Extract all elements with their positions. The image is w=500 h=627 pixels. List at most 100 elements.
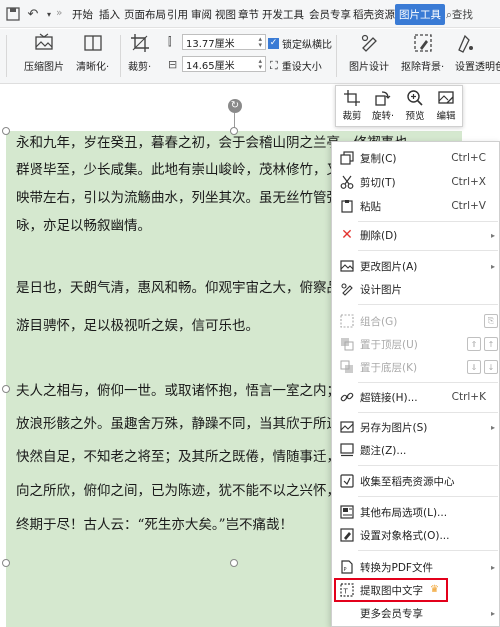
mini-edit-button[interactable]: 编辑 <box>431 89 461 122</box>
shortcut-label: Ctrl+X <box>451 176 486 188</box>
menu-hyperlink[interactable]: 超链接(H)... Ctrl+K <box>332 386 500 408</box>
layer-forward-icon[interactable]: ↑ <box>484 337 498 351</box>
menu-member[interactable]: 会员专享 <box>309 7 351 22</box>
menu-convert-pdf-label: 转换为PDF文件 <box>360 561 433 574</box>
menu-extract-text-label: 提取图中文字 <box>360 584 423 597</box>
menu-insert[interactable]: 插入 <box>99 7 120 22</box>
height-row: ⫿ 13.77厘米 ▴ ▾ <box>168 34 266 50</box>
remove-background-label: 抠除背景· <box>401 62 445 73</box>
menu-page-layout[interactable]: 页面布局 <box>124 7 166 22</box>
menu-references[interactable]: 引用 <box>167 7 188 22</box>
search-button[interactable]: ⌕查找 <box>446 7 473 22</box>
compress-icon <box>35 33 53 50</box>
text-line: 终期于尽！古人云：“死生亦大矣。”岂不痛哉！ <box>16 517 294 533</box>
menu-view[interactable]: 视图 <box>215 7 236 22</box>
resize-handle[interactable] <box>2 385 10 393</box>
pdf-icon: P <box>339 559 355 575</box>
mini-rotate-button[interactable]: 旋转· <box>368 89 398 122</box>
mini-preview-button[interactable]: 预览 <box>400 89 430 122</box>
menu-save-as-picture[interactable]: 另存为图片(S) ▸ <box>332 416 500 438</box>
sharpen-label: 清晰化· <box>76 62 110 73</box>
menu-collect-label: 收集至稻壳资源中心 <box>360 475 455 488</box>
chevron-right-icon: ▸ <box>490 261 495 271</box>
bring-front-icon <box>339 336 355 352</box>
menu-delete[interactable]: ✕ 删除(D) ▸ <box>332 224 500 246</box>
menu-separator <box>358 250 498 251</box>
menu-review[interactable]: 审阅 <box>191 7 212 22</box>
group-variants: ⎘ <box>484 314 498 328</box>
reset-size-button[interactable]: ⛶ 重设大小 <box>270 58 322 74</box>
compress-picture-button[interactable]: 压缩图片 <box>24 32 64 73</box>
menu-copy[interactable]: 复制(C) Ctrl+C <box>332 147 500 169</box>
menu-home[interactable]: 开始 <box>72 7 93 22</box>
ribbon-divider <box>336 35 337 77</box>
menu-change-picture[interactable]: 更改图片(A) ▸ <box>332 255 500 277</box>
menu-cut-label: 剪切(T) <box>360 176 396 189</box>
resize-handle[interactable] <box>230 559 238 567</box>
menu-hyperlink-label: 超链接(H)... <box>360 391 418 404</box>
group-variant-icon[interactable]: ⎘ <box>484 314 498 328</box>
zoom-in-icon <box>407 90 423 106</box>
menu-cut[interactable]: 剪切(T) Ctrl+X <box>332 171 500 193</box>
menu-caption-label: 题注(Z)... <box>360 444 407 457</box>
menu-developer[interactable]: 开发工具 <box>262 7 304 22</box>
search-label: 查找 <box>451 9 473 21</box>
crop-icon <box>344 90 360 106</box>
mini-crop-button[interactable]: 裁剪 <box>337 89 367 122</box>
menu-separator <box>358 221 498 222</box>
height-input[interactable]: 13.77厘米 ▴ ▾ <box>182 34 266 50</box>
mini-preview-label: 预览 <box>405 111 425 122</box>
resize-handle[interactable] <box>230 127 238 135</box>
width-input[interactable]: 14.65厘米 ▴ ▾ <box>182 56 266 72</box>
menu-delete-label: 删除(D) <box>360 229 398 242</box>
spinner-icon[interactable]: ▴ ▾ <box>258 36 262 49</box>
menu-more-member[interactable]: 更多会员专享 ▸ <box>332 602 500 624</box>
menu-design-picture[interactable]: 设计图片 <box>332 278 500 300</box>
picture-design-button[interactable]: 图片设计 <box>349 32 389 73</box>
layer-backward-icon[interactable]: ↓ <box>484 360 498 374</box>
set-transparent-button[interactable]: 设置透明色 <box>455 32 500 73</box>
collect-icon <box>339 473 355 489</box>
rotate-handle-icon[interactable]: ↻ <box>228 99 242 113</box>
change-picture-icon <box>339 258 355 274</box>
svg-text:T: T <box>343 588 349 596</box>
menu-chapter[interactable]: 章节 <box>238 7 259 22</box>
menu-caption[interactable]: 题注(Z)... <box>332 439 500 461</box>
copy-icon <box>339 150 355 166</box>
menu-send-to-back[interactable]: 置于底层(K) ⇓ ↓ <box>332 356 500 378</box>
crown-icon: ♛ <box>430 584 439 595</box>
crop-icon <box>130 34 149 52</box>
shortcut-label: Ctrl+V <box>451 200 486 212</box>
tab-picture-tools[interactable]: 图片工具 <box>395 4 445 25</box>
design-icon <box>361 34 377 52</box>
sharpen-button[interactable]: 清晰化· <box>76 32 109 73</box>
width-icon: ⊟ <box>168 57 178 71</box>
crop-button[interactable]: 裁剪· <box>128 32 151 73</box>
remove-background-icon <box>413 34 432 52</box>
menu-convert-pdf[interactable]: P 转换为PDF文件 ▸ <box>332 556 500 578</box>
remove-background-button[interactable]: 抠除背景· <box>401 32 444 73</box>
chevron-right-icon: ▸ <box>490 608 495 618</box>
save-icon[interactable] <box>4 5 22 23</box>
menu-paste[interactable]: 粘贴 Ctrl+V <box>332 195 500 217</box>
menu-extract-text[interactable]: T 提取图中文字 ♛ <box>334 578 448 602</box>
spinner-icon[interactable]: ▴ ▾ <box>258 58 262 71</box>
menu-layout-options[interactable]: 其他布局选项(L)... <box>332 501 500 523</box>
menu-group[interactable]: 组合(G) ⎘ <box>332 310 500 332</box>
lock-ratio-checkbox[interactable]: ✓ 锁定纵横比 <box>268 36 332 51</box>
more-menu[interactable]: » <box>56 7 62 19</box>
layer-up-icon[interactable]: ⇑ <box>467 337 481 351</box>
menu-format-object[interactable]: 设置对象格式(O)... <box>332 524 500 546</box>
menu-collect-resources[interactable]: 收集至稻壳资源中心 <box>332 470 500 492</box>
compress-label: 压缩图片 <box>24 62 64 73</box>
save-picture-icon <box>339 419 355 435</box>
resize-handle[interactable] <box>2 127 10 135</box>
resize-handle[interactable] <box>2 559 10 567</box>
height-value: 13.77厘米 <box>186 38 235 50</box>
transparent-label: 设置透明色 <box>455 62 500 73</box>
menu-docer-resources[interactable]: 稻壳资源 <box>353 7 395 22</box>
menu-bring-to-front[interactable]: 置于顶层(U) ⇑ ↑ <box>332 333 500 355</box>
shortcut-label: Ctrl+C <box>451 152 486 164</box>
layer-down-icon[interactable]: ⇓ <box>467 360 481 374</box>
menu-paste-label: 粘贴 <box>360 200 381 213</box>
